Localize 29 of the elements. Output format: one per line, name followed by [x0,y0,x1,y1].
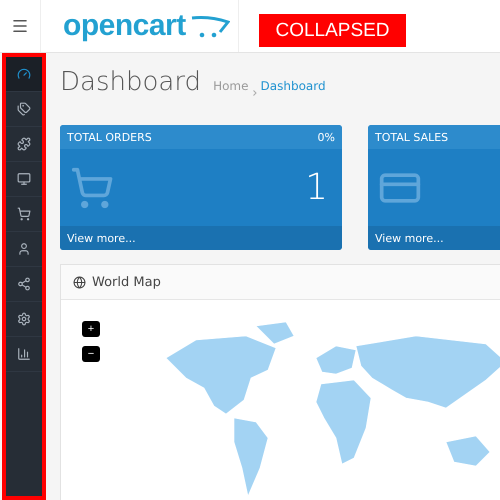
zoom-out-button[interactable]: − [82,346,100,362]
user-icon [17,242,31,256]
tags-icon [17,102,31,116]
view-more-link[interactable]: View more... [60,226,342,250]
tile-title: TOTAL ORDERS [67,130,152,144]
logo-text: opencart [63,9,186,43]
tile-percent: 0% [318,130,335,144]
globe-icon [73,276,86,288]
puzzle-icon [17,137,31,151]
sidebar-item[interactable] [6,57,42,92]
cart-swoosh-icon [190,14,230,38]
tile-title: TOTAL SALES [375,130,448,144]
bar-chart-icon [17,347,31,361]
cart-icon [17,207,31,221]
panel-title: World Map [92,274,161,290]
settings-icon [17,312,31,326]
cart-icon [70,166,114,210]
dashboard-icon [17,67,31,81]
chevron-icon [252,90,256,96]
zoom-in-button[interactable]: + [82,321,100,337]
tile-value: 1 [305,167,328,208]
share-icon [17,277,31,291]
breadcrumb-link[interactable]: Dashboard [260,79,326,93]
menu-icon [11,17,29,35]
page-title: Dashboard [60,67,202,97]
status-label: COLLAPSED [259,14,406,47]
view-more-link[interactable]: View more... [368,226,500,250]
breadcrumb-link[interactable]: Home [213,79,248,93]
monitor-icon [17,172,31,186]
